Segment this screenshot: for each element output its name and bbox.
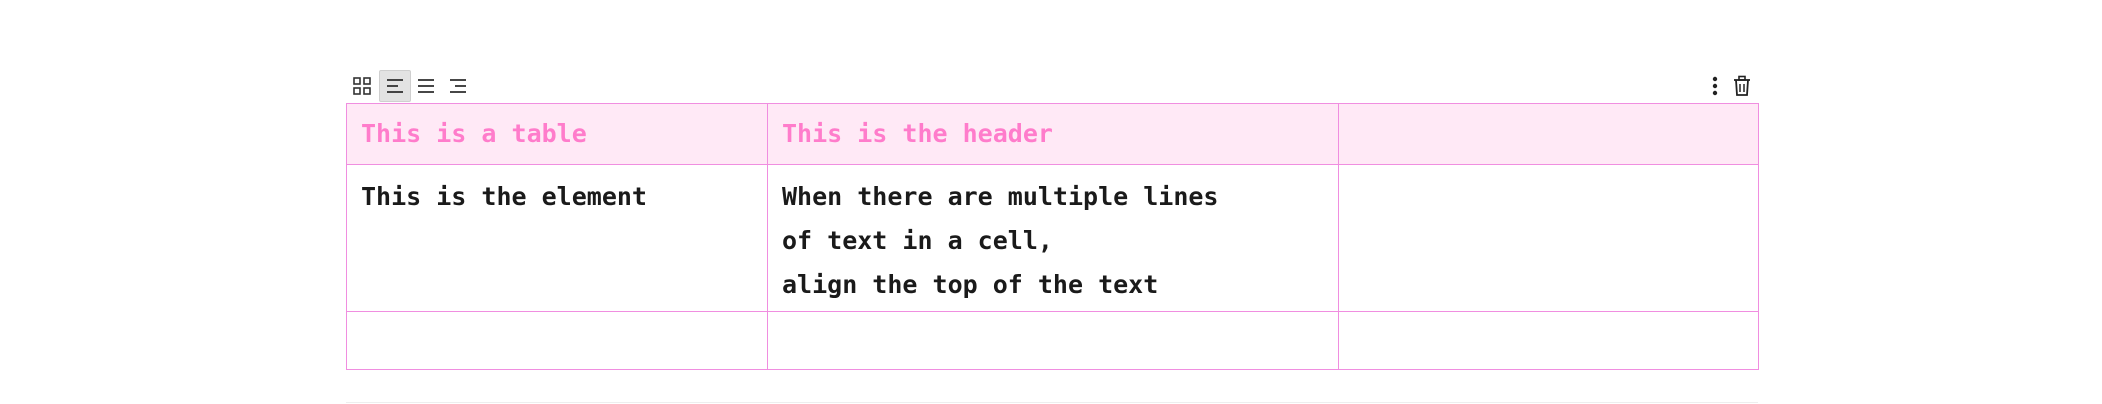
cell-text-line: When there are multiple lines	[782, 182, 1219, 211]
table-cell[interactable]	[1338, 164, 1759, 312]
table-block: This is a table This is the header This …	[346, 103, 1759, 370]
header-cell[interactable]: This is the header	[767, 103, 1339, 165]
cell-text-line: align the top of the text	[782, 270, 1159, 299]
align-right-icon	[448, 76, 468, 96]
more-vertical-icon	[1711, 75, 1719, 97]
table-cell[interactable]	[767, 311, 1339, 370]
align-center-button[interactable]	[410, 70, 442, 102]
table-grid-icon	[352, 76, 372, 96]
table-toolbar	[346, 70, 1758, 102]
align-center-icon	[416, 76, 436, 96]
more-options-button[interactable]	[1702, 70, 1728, 102]
align-right-button[interactable]	[442, 70, 474, 102]
table-header-row: This is a table This is the header	[346, 103, 1759, 165]
table-row: This is the element When there are multi…	[346, 164, 1759, 312]
table-row	[346, 311, 1759, 370]
cell-text-line: of text in a cell,	[782, 226, 1053, 255]
table-cell[interactable]	[1338, 311, 1759, 370]
cell-text-line: This is the element	[361, 182, 647, 211]
table-grid-button[interactable]	[346, 70, 378, 102]
table-cell[interactable]	[346, 311, 768, 370]
table-cell[interactable]: This is the element	[346, 164, 768, 312]
table-cell[interactable]: When there are multiple lines of text in…	[767, 164, 1339, 312]
align-left-button[interactable]	[379, 70, 411, 102]
data-table: This is a table This is the header This …	[346, 103, 1759, 370]
block-divider	[346, 402, 1758, 403]
header-cell[interactable]: This is a table	[346, 103, 768, 165]
trash-icon	[1732, 75, 1752, 97]
delete-table-button[interactable]	[1728, 70, 1756, 102]
align-left-icon	[385, 76, 405, 96]
header-cell[interactable]	[1338, 103, 1759, 165]
